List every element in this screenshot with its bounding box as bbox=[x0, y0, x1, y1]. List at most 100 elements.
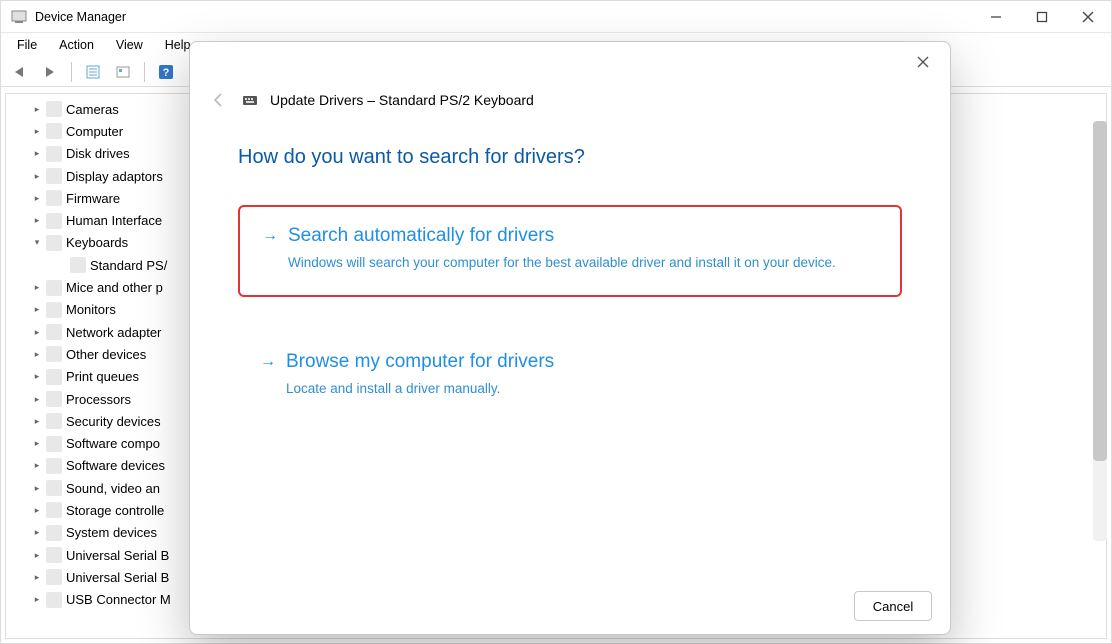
chevron-right-icon[interactable]: ▸ bbox=[30, 349, 44, 360]
chevron-right-icon[interactable]: ▸ bbox=[30, 483, 44, 494]
other-icon bbox=[46, 346, 62, 362]
hid-icon bbox=[46, 213, 62, 229]
chevron-right-icon[interactable]: ▸ bbox=[30, 438, 44, 449]
storage-icon bbox=[46, 502, 62, 518]
tree-item-label: Firmware bbox=[66, 191, 120, 206]
camera-icon bbox=[46, 101, 62, 117]
close-button[interactable] bbox=[1065, 1, 1111, 33]
menu-action[interactable]: Action bbox=[49, 36, 104, 54]
tree-item-label: Disk drives bbox=[66, 146, 130, 161]
chevron-right-icon[interactable]: ▸ bbox=[30, 527, 44, 538]
chevron-right-icon[interactable]: ▸ bbox=[30, 148, 44, 159]
tree-item-label: Security devices bbox=[66, 414, 161, 429]
computer-icon bbox=[46, 123, 62, 139]
system-icon bbox=[46, 525, 62, 541]
titlebar-controls bbox=[973, 1, 1111, 33]
option-description: Windows will search your computer for th… bbox=[288, 253, 848, 273]
chevron-right-icon[interactable]: ▸ bbox=[30, 371, 44, 382]
toolbar-back-button[interactable] bbox=[7, 60, 33, 84]
toolbar-help-button[interactable]: ? bbox=[153, 60, 179, 84]
window-title: Device Manager bbox=[35, 10, 126, 24]
titlebar-left: Device Manager bbox=[11, 9, 126, 25]
mouse-icon bbox=[46, 280, 62, 296]
dialog-close-button[interactable] bbox=[906, 47, 940, 77]
titlebar: Device Manager bbox=[1, 1, 1111, 33]
tree-item-label: Cameras bbox=[66, 102, 119, 117]
tree-item-label: Mice and other p bbox=[66, 280, 163, 295]
tree-item-label: Computer bbox=[66, 124, 123, 139]
tree-item-label: Human Interface bbox=[66, 213, 162, 228]
chevron-right-icon[interactable]: ▸ bbox=[30, 594, 44, 605]
tree-item-label: Monitors bbox=[66, 302, 116, 317]
chevron-down-icon[interactable]: ▾ bbox=[30, 237, 44, 248]
sound-icon bbox=[46, 480, 62, 496]
tree-item-label: Network adapter bbox=[66, 325, 161, 340]
tree-item-label: System devices bbox=[66, 525, 157, 540]
chevron-right-icon[interactable]: ▸ bbox=[30, 505, 44, 516]
scrollbar-thumb[interactable] bbox=[1093, 121, 1107, 461]
tree-item-label: Software devices bbox=[66, 458, 165, 473]
dialog-header: Update Drivers – Standard PS/2 Keyboard bbox=[190, 82, 950, 118]
option-title: Search automatically for drivers bbox=[288, 225, 554, 247]
chevron-right-icon[interactable]: ▸ bbox=[30, 282, 44, 293]
chevron-right-icon[interactable]: ▸ bbox=[30, 171, 44, 182]
cpu-icon bbox=[46, 391, 62, 407]
firmware-icon bbox=[46, 190, 62, 206]
toolbar-properties-button[interactable] bbox=[80, 60, 106, 84]
dialog-footer: Cancel bbox=[190, 578, 950, 634]
tree-item-label: Storage controlle bbox=[66, 503, 164, 518]
chevron-right-icon[interactable]: ▸ bbox=[30, 126, 44, 137]
menu-view[interactable]: View bbox=[106, 36, 153, 54]
usb-icon bbox=[46, 569, 62, 585]
arrow-right-icon: → bbox=[262, 227, 278, 245]
chevron-right-icon[interactable]: ▸ bbox=[30, 416, 44, 427]
toolbar-forward-button[interactable] bbox=[37, 60, 63, 84]
dialog-title: Update Drivers – Standard PS/2 Keyboard bbox=[270, 92, 534, 108]
dialog-back-button[interactable] bbox=[208, 89, 230, 111]
toolbar-separator bbox=[144, 62, 145, 82]
dialog-question: How do you want to search for drivers? bbox=[238, 146, 902, 169]
software-icon bbox=[46, 436, 62, 452]
option-browse-computer[interactable]: → Browse my computer for drivers Locate … bbox=[238, 337, 902, 415]
keyboard-icon bbox=[70, 257, 86, 273]
scrollbar[interactable] bbox=[1093, 121, 1107, 541]
tree-item-label: Sound, video an bbox=[66, 481, 160, 496]
device-manager-window: Device Manager File Action View Help bbox=[0, 0, 1112, 644]
chevron-right-icon[interactable]: ▸ bbox=[30, 304, 44, 315]
chevron-right-icon[interactable]: ▸ bbox=[30, 394, 44, 405]
svg-text:?: ? bbox=[163, 67, 170, 79]
printer-icon bbox=[46, 369, 62, 385]
minimize-button[interactable] bbox=[973, 1, 1019, 33]
monitor-icon bbox=[46, 302, 62, 318]
disk-icon bbox=[46, 146, 62, 162]
security-icon bbox=[46, 413, 62, 429]
chevron-right-icon[interactable]: ▸ bbox=[30, 215, 44, 226]
chevron-right-icon[interactable]: ▸ bbox=[30, 572, 44, 583]
cancel-button[interactable]: Cancel bbox=[854, 591, 932, 621]
arrow-right-icon: → bbox=[260, 353, 276, 371]
keyboard-icon bbox=[242, 92, 258, 108]
toolbar-scan-button[interactable] bbox=[110, 60, 136, 84]
chevron-right-icon[interactable]: ▸ bbox=[30, 327, 44, 338]
chevron-right-icon[interactable]: ▸ bbox=[30, 104, 44, 115]
option-description: Locate and install a driver manually. bbox=[286, 379, 846, 399]
update-drivers-dialog: Update Drivers – Standard PS/2 Keyboard … bbox=[189, 41, 951, 635]
software-icon bbox=[46, 458, 62, 474]
menu-file[interactable]: File bbox=[7, 36, 47, 54]
toolbar-separator bbox=[71, 62, 72, 82]
tree-item-label: Print queues bbox=[66, 369, 139, 384]
app-icon bbox=[11, 9, 27, 25]
option-search-automatically[interactable]: → Search automatically for drivers Windo… bbox=[238, 205, 902, 297]
tree-item-label: Universal Serial B bbox=[66, 548, 169, 563]
tree-item-label: Universal Serial B bbox=[66, 570, 169, 585]
tree-item-label: USB Connector M bbox=[66, 592, 171, 607]
tree-item-label: Processors bbox=[66, 392, 131, 407]
network-icon bbox=[46, 324, 62, 340]
tree-item-label: Software compo bbox=[66, 436, 160, 451]
dialog-content: How do you want to search for drivers? →… bbox=[190, 118, 950, 578]
chevron-right-icon[interactable]: ▸ bbox=[30, 193, 44, 204]
maximize-button[interactable] bbox=[1019, 1, 1065, 33]
tree-item-label: Keyboards bbox=[66, 235, 128, 250]
chevron-right-icon[interactable]: ▸ bbox=[30, 460, 44, 471]
chevron-right-icon[interactable]: ▸ bbox=[30, 550, 44, 561]
